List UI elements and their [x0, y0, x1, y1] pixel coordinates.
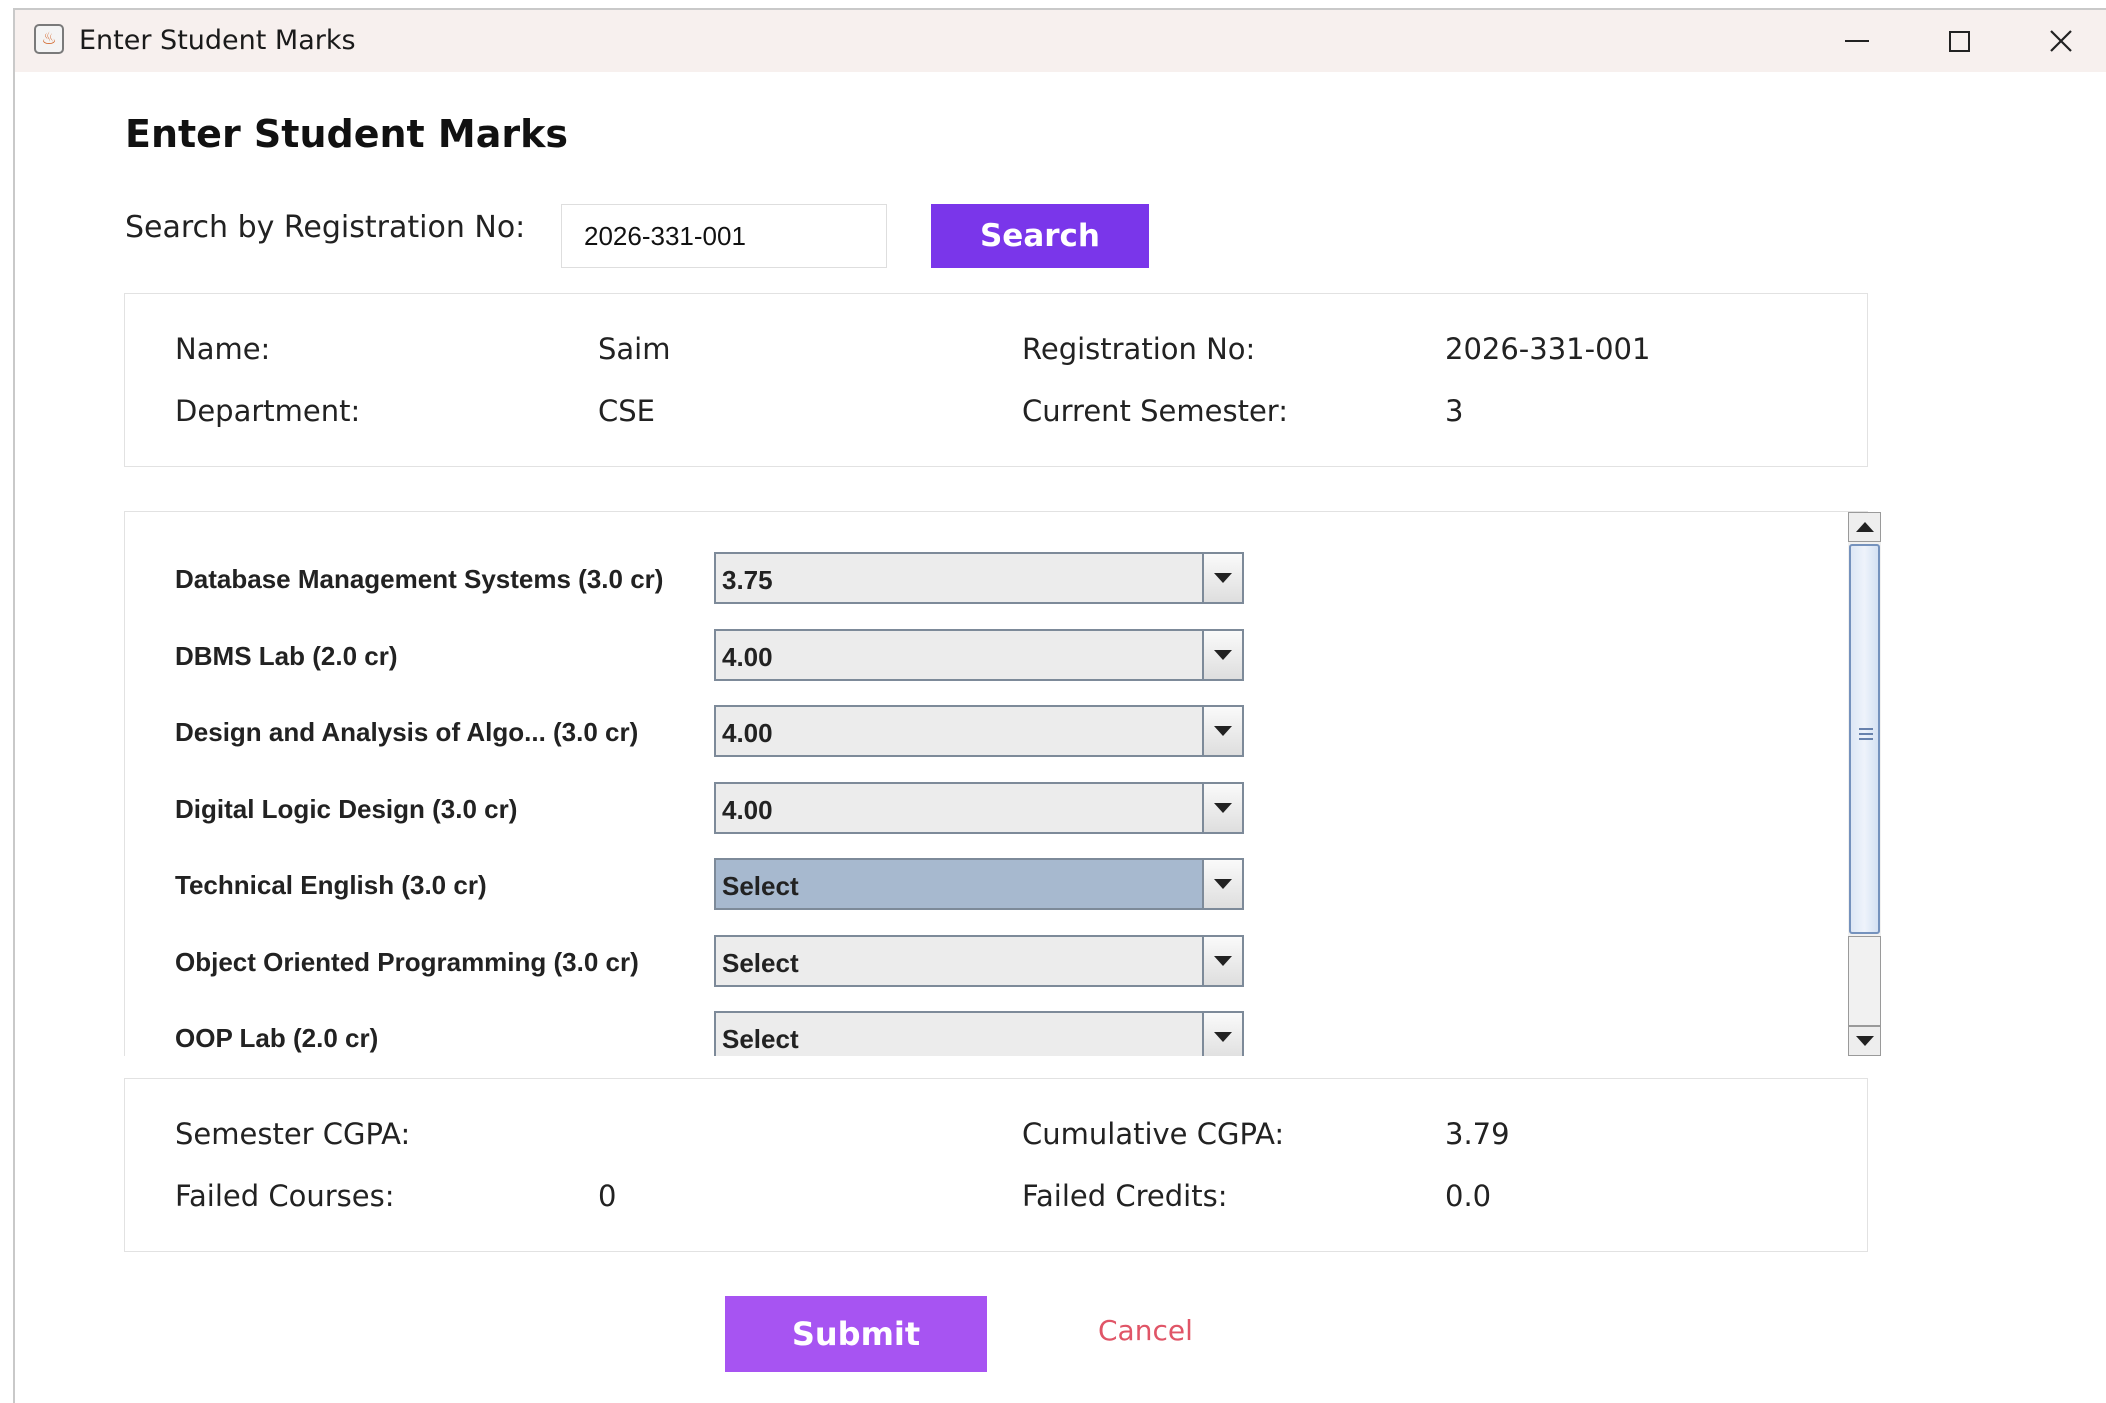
registration-value: 2026-331-001 — [1445, 332, 1651, 366]
chevron-down-icon — [1214, 803, 1232, 813]
failed-credits-value: 0.0 — [1445, 1179, 1492, 1213]
chevron-up-icon — [1855, 522, 1874, 532]
failed-credits-label: Failed Credits: — [1022, 1179, 1228, 1213]
semester-value: 3 — [1445, 394, 1464, 428]
department-label: Department: — [175, 394, 361, 428]
course-label: Technical English (3.0 cr) — [175, 870, 487, 900]
course-row: OOP Lab (2.0 cr) Select — [125, 1011, 1825, 1056]
summary-panel: Semester CGPA: Cumulative CGPA: 3.79 Fai… — [124, 1078, 1868, 1252]
grade-dropdown[interactable]: 4.00 — [714, 629, 1244, 681]
course-row: DBMS Lab (2.0 cr) 4.00 — [125, 629, 1825, 681]
submit-button[interactable]: Submit — [725, 1296, 987, 1372]
dropdown-arrow-button[interactable] — [1202, 784, 1242, 832]
course-label: Design and Analysis of Algo... (3.0 cr) — [175, 717, 639, 747]
chevron-down-icon — [1214, 956, 1232, 966]
department-value: CSE — [598, 394, 655, 428]
semester-label: Current Semester: — [1022, 394, 1288, 428]
course-label: OOP Lab (2.0 cr) — [175, 1023, 379, 1053]
grade-selected-value: 4.00 — [722, 795, 773, 825]
minimize-icon — [1845, 40, 1869, 42]
dropdown-arrow-button[interactable] — [1202, 860, 1242, 908]
course-row: Object Oriented Programming (3.0 cr) Sel… — [125, 935, 1825, 987]
maximize-icon — [1948, 30, 1970, 52]
dropdown-arrow-button[interactable] — [1202, 554, 1242, 602]
cumulative-cgpa-label: Cumulative CGPA: — [1022, 1117, 1285, 1151]
grade-dropdown[interactable]: 4.00 — [714, 782, 1244, 834]
dropdown-arrow-button[interactable] — [1202, 937, 1242, 985]
course-row: Database Management Systems (3.0 cr) 3.7… — [125, 552, 1825, 604]
semester-cgpa-label: Semester CGPA: — [175, 1117, 411, 1151]
grade-dropdown[interactable]: 4.00 — [714, 705, 1244, 757]
search-label: Search by Registration No: — [125, 210, 526, 245]
course-row: Digital Logic Design (3.0 cr) 4.00 — [125, 782, 1825, 834]
registration-label: Registration No: — [1022, 332, 1256, 366]
course-label: Object Oriented Programming (3.0 cr) — [175, 947, 639, 977]
course-label: DBMS Lab (2.0 cr) — [175, 641, 398, 671]
grade-dropdown[interactable]: Select — [714, 1011, 1244, 1056]
failed-courses-value: 0 — [598, 1179, 617, 1213]
grade-selected-value: 3.75 — [722, 565, 773, 595]
grade-selected-value: Select — [722, 1024, 799, 1054]
grade-dropdown[interactable]: Select — [714, 935, 1244, 987]
course-label: Database Management Systems (3.0 cr) — [175, 564, 664, 594]
grade-selected-value: 4.00 — [722, 718, 773, 748]
chevron-down-icon — [1855, 1036, 1874, 1046]
chevron-down-icon — [1214, 650, 1232, 660]
grade-selected-value: 4.00 — [722, 642, 773, 672]
search-button[interactable]: Search — [931, 204, 1149, 268]
grade-dropdown-focused[interactable]: Select — [714, 858, 1244, 910]
dropdown-arrow-button[interactable] — [1202, 707, 1242, 755]
chevron-down-icon — [1214, 726, 1232, 736]
page-title: Enter Student Marks — [125, 112, 569, 156]
vertical-scrollbar[interactable] — [1848, 512, 1881, 1056]
scroll-down-button[interactable] — [1848, 1026, 1881, 1056]
grade-selected-value: Select — [722, 871, 799, 901]
course-label: Digital Logic Design (3.0 cr) — [175, 794, 518, 824]
java-cup-icon: ♨ — [34, 24, 64, 54]
main-content: Enter Student Marks Search by Registrati… — [15, 72, 2106, 1403]
failed-courses-label: Failed Courses: — [175, 1179, 395, 1213]
scroll-track[interactable] — [1848, 936, 1881, 1026]
close-button[interactable] — [2031, 18, 2091, 64]
cancel-button[interactable]: Cancel — [1098, 1314, 1193, 1347]
course-marks-panel: Database Management Systems (3.0 cr) 3.7… — [124, 511, 1868, 1056]
dropdown-arrow-button[interactable] — [1202, 1013, 1242, 1056]
chevron-down-icon — [1214, 573, 1232, 583]
close-icon — [2050, 30, 2072, 52]
course-row: Technical English (3.0 cr) Select — [125, 858, 1825, 910]
dropdown-arrow-button[interactable] — [1202, 631, 1242, 679]
app-window: ♨ Enter Student Marks Enter Student Mark… — [13, 8, 2106, 1403]
cumulative-cgpa-value: 3.79 — [1445, 1117, 1510, 1151]
name-value: Saim — [598, 332, 671, 366]
scroll-thumb[interactable] — [1849, 544, 1880, 934]
registration-search-input[interactable] — [561, 204, 887, 268]
minimize-button[interactable] — [1827, 18, 1887, 64]
chevron-down-icon — [1214, 1032, 1232, 1042]
grade-dropdown[interactable]: 3.75 — [714, 552, 1244, 604]
course-row: Design and Analysis of Algo... (3.0 cr) … — [125, 705, 1825, 757]
scroll-up-button[interactable] — [1848, 512, 1881, 542]
maximize-button[interactable] — [1929, 18, 1989, 64]
grade-selected-value: Select — [722, 948, 799, 978]
title-bar: ♨ Enter Student Marks — [15, 10, 2106, 72]
window-title: Enter Student Marks — [79, 25, 356, 56]
student-info-panel: Name: Saim Registration No: 2026-331-001… — [124, 293, 1868, 467]
name-label: Name: — [175, 332, 271, 366]
grip-icon — [1859, 728, 1873, 740]
chevron-down-icon — [1214, 879, 1232, 889]
